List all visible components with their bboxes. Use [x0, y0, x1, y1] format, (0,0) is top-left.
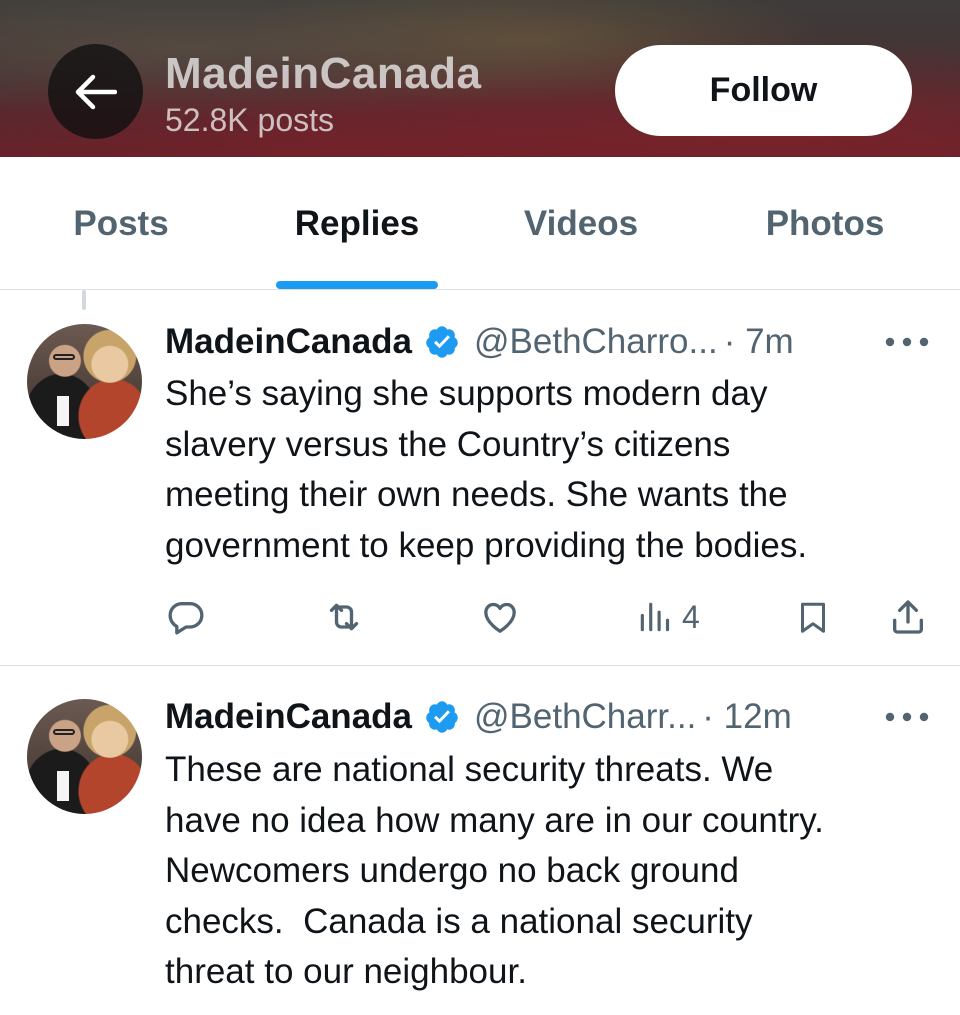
views-count: 4 [682, 598, 700, 635]
tweet-divider [0, 665, 960, 666]
tweet-header: MadeinCanada @BethCharro... · 7m [165, 320, 794, 364]
tweet-time[interactable]: · 7m [724, 322, 794, 362]
tweet-header: MadeinCanada @BethCharr... · 12m [165, 695, 792, 739]
header-titles: MadeinCanada 52.8K posts [165, 50, 482, 140]
verified-badge-icon [426, 326, 458, 358]
active-tab-indicator [276, 281, 438, 289]
avatar[interactable] [27, 699, 142, 814]
views-button[interactable]: 4 [636, 597, 700, 637]
tweet-text-line: She’s saying she supports modern day [165, 374, 768, 413]
tweet-handle[interactable]: @BethCharr... [474, 697, 696, 737]
like-button[interactable] [480, 597, 520, 637]
profile-tabs: Posts Replies Videos Photos [0, 157, 960, 290]
tweet-author-name[interactable]: MadeinCanada [165, 697, 412, 737]
tweet-text-line: slavery versus the Country’s citizens [165, 424, 731, 464]
header-posts-count: 52.8K posts [165, 102, 334, 138]
verified-badge-icon [426, 701, 458, 733]
tweet-time[interactable]: · 12m [702, 697, 791, 737]
tweet-author-name[interactable]: MadeinCanada [165, 322, 412, 362]
tweet-text-line: threat to our neighbour. [165, 952, 527, 991]
repost-icon [329, 603, 359, 631]
tweet-actions: 4 [0, 589, 960, 649]
tweet-handle[interactable]: @BethCharro... [474, 322, 718, 362]
repost-button[interactable] [323, 597, 365, 637]
reply-icon [168, 602, 204, 635]
tweet-text-line: Newcomers undergo no back ground [165, 851, 739, 890]
reply-button[interactable] [166, 597, 206, 637]
thread-connector-line [82, 290, 86, 310]
avatar[interactable] [27, 324, 142, 439]
tweet-text-line: checks. Canada is a national security [165, 901, 753, 941]
views-icon [640, 602, 670, 632]
tab-replies[interactable]: Replies [262, 157, 452, 290]
follow-button[interactable]: Follow [615, 45, 912, 136]
arrow-left-icon [75, 74, 117, 109]
header-profile-name: MadeinCanada [165, 49, 482, 98]
share-button[interactable] [888, 597, 928, 637]
more-horizontal-icon[interactable] [884, 335, 930, 349]
tweet-text: These are national security threats. We … [165, 745, 935, 998]
tweet-text-line: have no idea how many are in our country… [165, 800, 824, 840]
like-icon [484, 602, 516, 633]
tab-posts[interactable]: Posts [40, 157, 202, 290]
tab-photos[interactable]: Photos [740, 157, 910, 290]
tweet-text-line: government to keep providing the bodies. [165, 525, 808, 565]
tweet-text: She’s saying she supports modern day sla… [165, 369, 935, 571]
more-horizontal-icon[interactable] [884, 710, 930, 724]
tweet-text-line: These are national security threats. We [165, 750, 774, 789]
bookmark-icon [801, 602, 825, 633]
share-icon [893, 600, 923, 634]
bookmark-button[interactable] [795, 597, 831, 637]
back-button[interactable] [48, 44, 143, 139]
tab-videos[interactable]: Videos [496, 157, 666, 290]
profile-header-banner: MadeinCanada 52.8K posts Follow [0, 0, 960, 157]
tweet-text-line: meeting their own needs. She wants the [165, 475, 788, 514]
